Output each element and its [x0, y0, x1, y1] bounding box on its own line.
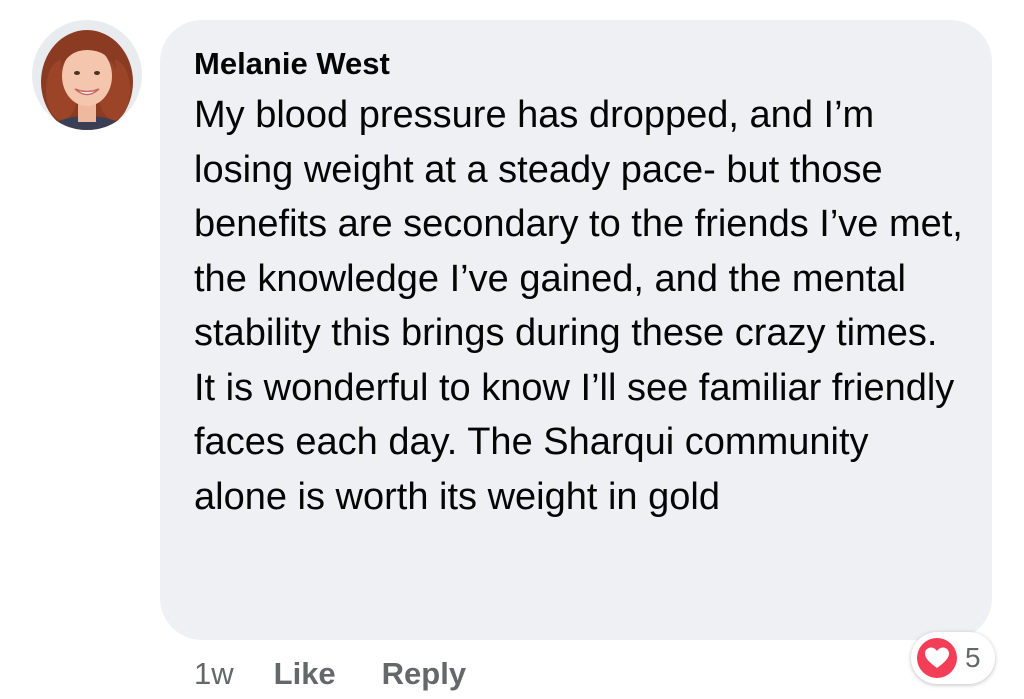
comment-timestamp[interactable]: 1w — [194, 656, 234, 692]
like-button[interactable]: Like — [274, 656, 336, 692]
comment-actions: 1w Like Reply — [194, 652, 512, 696]
comment-text: My blood pressure has dropped, and I’m l… — [194, 94, 963, 518]
reaction-count: 5 — [965, 642, 981, 673]
avatar-photo-icon — [32, 20, 142, 130]
comment-bubble: Melanie West My blood pressure has dropp… — [160, 20, 992, 640]
avatar[interactable] — [32, 20, 142, 130]
heart-icon — [917, 638, 957, 678]
comment: Melanie West My blood pressure has dropp… — [0, 0, 1024, 699]
comment-author[interactable]: Melanie West — [194, 46, 390, 82]
reply-button[interactable]: Reply — [382, 656, 466, 692]
reaction-summary[interactable]: 5 — [911, 632, 995, 684]
